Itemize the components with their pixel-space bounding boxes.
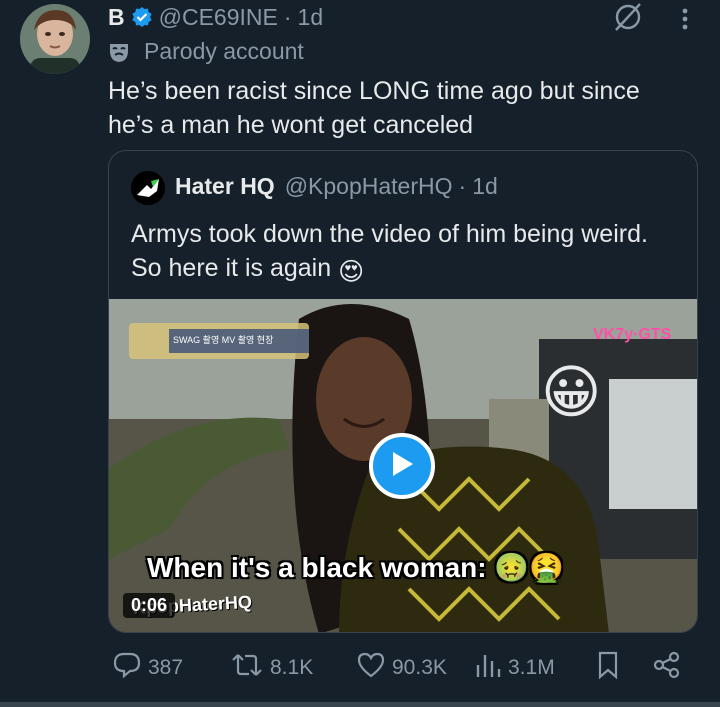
post-text: He’s been racist since LONG time ago but… [108,77,640,139]
separator-dot: · [283,3,292,30]
video-timestamp: 0:06 [123,593,176,618]
author-handle[interactable]: @CE69INE [159,4,278,31]
quoted-text-line-2: So here it is again 😍 [131,251,691,289]
quoted-post-text: Armys took down the video of him being w… [131,217,691,289]
video-caption: When it's a black woman: 🤢🤮 [147,551,564,584]
heart-icon [356,651,392,685]
like-count: 90.3K [392,656,447,679]
quoted-post-time: 1d [472,173,498,199]
reply-button[interactable]: 387 [112,648,183,688]
play-icon [389,450,415,483]
like-button[interactable]: 90.3K [356,648,447,688]
overlay-smiley-emoji: 😀 [541,360,602,425]
quoted-author-handle[interactable]: @KpopHaterHQ [285,173,453,200]
parody-label-text: Parody account [144,38,304,64]
post-time[interactable]: 1d [298,4,324,31]
svg-text:VK7y·GTS: VK7y·GTS [593,326,672,343]
action-bar: 387 8.1K 90.3K 3.1M [0,648,720,688]
reply-count: 387 [148,656,184,679]
mask-icon [108,41,130,63]
parody-label: Parody account [108,38,304,65]
more-options-icon[interactable] [672,4,698,34]
repost-button[interactable]: 8.1K [230,648,313,688]
video-caption-text: When it's a black woman: [147,552,487,583]
quoted-text-line-1: Armys took down the video of him being w… [131,220,648,248]
video-player[interactable]: VK7y·GTS SWAG 촬영 MV 촬영 현장 😀 When it's a … [109,299,697,632]
repost-icon [230,651,270,685]
share-icon [652,650,688,686]
play-button[interactable] [369,433,435,499]
divider [0,702,720,707]
views-icon [474,651,508,685]
views-button[interactable]: 3.1M [474,648,555,688]
repost-count: 8.1K [270,656,314,679]
bookmark-icon [596,650,626,686]
quoted-author-name[interactable]: Hater HQ [175,173,275,200]
separator-dot: · [458,173,467,199]
grok-icon[interactable] [610,0,646,34]
video-banner-text: SWAG 촬영 MV 촬영 현장 [173,335,274,345]
quoted-author-avatar[interactable] [131,171,165,205]
nauseated-emoji: 🤢🤮 [494,552,565,583]
views-count: 3.1M [508,656,555,679]
author-avatar[interactable] [20,4,90,74]
reply-icon [112,651,148,685]
quoted-text-line-2-text: So here it is again [131,254,332,282]
bookmark-button[interactable] [596,648,626,688]
author-name[interactable]: B [108,4,125,31]
share-button[interactable] [652,648,688,688]
quoted-post[interactable]: Hater HQ @KpopHaterHQ · 1d Armys took do… [108,150,698,633]
quoted-post-header: Hater HQ @KpopHaterHQ · 1d [175,173,498,200]
verified-badge-icon [131,6,153,28]
post-header: B @CE69INE · 1d [108,4,323,30]
heart-eyes-emoji: 😍 [338,258,365,286]
